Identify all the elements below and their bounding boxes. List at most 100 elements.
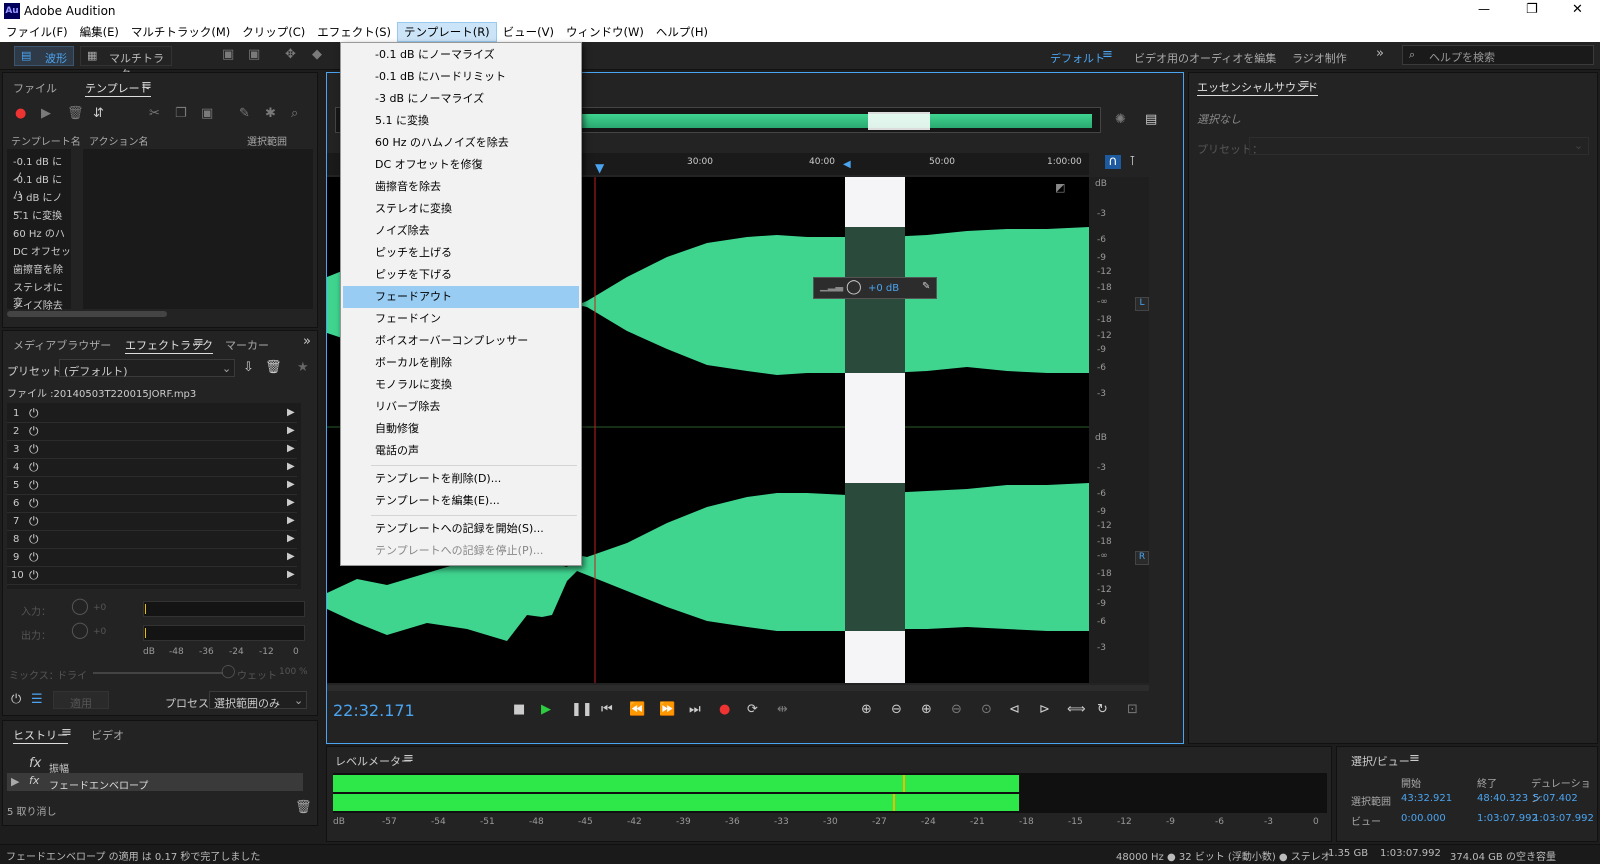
multitrack-view-button[interactable]: ▦ マルチトラック	[80, 46, 172, 81]
power-icon[interactable]: ⏻	[29, 424, 39, 439]
workspace-default[interactable]: デフォルト	[1050, 50, 1105, 66]
spectral-view-icon[interactable]: ▣	[222, 48, 234, 62]
expand-corner-icon[interactable]: ◩	[1055, 181, 1065, 194]
zoom-selection-icon[interactable]: ⊙	[981, 703, 992, 717]
more-workspaces-icon[interactable]: »	[1376, 47, 1384, 61]
cut-icon[interactable]: ✂	[149, 107, 160, 121]
power-icon[interactable]: ⏻	[29, 442, 39, 457]
power-icon[interactable]: ⏻	[29, 514, 39, 529]
skip-icon[interactable]: ⇹	[777, 703, 788, 717]
channel-right-badge[interactable]: R	[1135, 551, 1149, 565]
slot-arrow-icon[interactable]: ▶	[287, 443, 295, 454]
effect-slot[interactable]: 1 ⏻ ▶	[7, 405, 297, 423]
menu-file[interactable]: ファイル(F)	[0, 22, 74, 42]
effect-slot[interactable]: 8 ⏻ ▶	[7, 531, 297, 549]
zoom-out-time-icon[interactable]: ⊖	[951, 703, 962, 717]
menu-item[interactable]: -0.1 dB にノーマライズ	[375, 44, 495, 66]
list-view-icon[interactable]: ☰	[31, 693, 43, 707]
slot-arrow-icon[interactable]: ▶	[287, 551, 295, 562]
effect-slot[interactable]: 3 ⏻ ▶	[7, 441, 297, 459]
zoom-reset-icon[interactable]: ↻	[1097, 703, 1108, 717]
minimize-button[interactable]: —	[1478, 2, 1490, 16]
panel-menu-icon[interactable]: ≡	[141, 79, 152, 93]
horizontal-scrollbar[interactable]	[7, 311, 167, 317]
menu-help[interactable]: ヘルプ(H)	[650, 22, 714, 42]
menu-item-delete-template[interactable]: テンプレートを削除(D)...	[375, 468, 501, 490]
power-icon[interactable]: ⏻	[29, 460, 39, 475]
selection-end[interactable]: 48:40.323	[1477, 793, 1528, 804]
input-gain-knob-icon[interactable]: ◯	[71, 598, 89, 614]
menu-view[interactable]: ビュー(V)	[497, 22, 560, 42]
tab-history[interactable]: ヒストリー	[13, 727, 68, 744]
menu-window[interactable]: ウィンドウ(W)	[560, 22, 650, 42]
menu-item[interactable]: ピッチを下げる	[375, 264, 452, 286]
goto-start-icon[interactable]: ⏮	[601, 703, 613, 717]
panel-menu-icon[interactable]: ≡	[61, 726, 72, 740]
slot-arrow-icon[interactable]: ▶	[287, 569, 295, 580]
panel-menu-icon[interactable]: ≡	[1299, 78, 1310, 92]
edit-icon[interactable]: ✎	[239, 107, 250, 121]
list-item[interactable]: 歯擦音を除	[13, 261, 63, 276]
panel-menu-icon[interactable]: ≡	[1409, 752, 1420, 766]
slot-arrow-icon[interactable]: ▶	[287, 479, 295, 490]
fast-forward-icon[interactable]: ⏩	[659, 703, 675, 717]
zoom-out-point-icon[interactable]: ⊳	[1039, 703, 1050, 717]
view-start[interactable]: 0:00.000	[1401, 813, 1446, 824]
menu-item[interactable]: ノイズ除去	[375, 220, 430, 242]
zoom-in-time-icon[interactable]: ⊕	[921, 703, 932, 717]
menu-effects[interactable]: エフェクト(S)	[311, 22, 397, 42]
preset-dropdown[interactable]: (デフォルト) ⌄	[59, 359, 235, 378]
workspace-menu-icon[interactable]: ≡	[1102, 48, 1113, 62]
menu-item-start-recording[interactable]: テンプレートへの記録を開始(S)...	[375, 518, 544, 540]
menu-item[interactable]: ステレオに変換	[375, 198, 452, 220]
move-tool-icon[interactable]: ✥	[285, 48, 296, 62]
gain-knob-icon[interactable]: ◯	[846, 279, 862, 295]
menu-item[interactable]: 自動修復	[375, 418, 419, 440]
effect-slot[interactable]: 6 ⏻ ▶	[7, 495, 297, 513]
menu-edit[interactable]: 編集(E)	[74, 22, 125, 42]
panel-menu-icon[interactable]: ≡	[403, 752, 414, 766]
mic-icon[interactable]: ⌕	[291, 107, 298, 121]
expand-panel-icon[interactable]: »	[303, 335, 311, 349]
power-icon[interactable]: ⏻	[29, 568, 39, 583]
effect-slot[interactable]: 5 ⏻ ▶	[7, 477, 297, 495]
goto-end-icon[interactable]: ⏭	[689, 703, 701, 717]
workspace-radio[interactable]: ラジオ制作	[1292, 50, 1347, 66]
batch-icon[interactable]: ⇵	[93, 107, 104, 121]
current-time[interactable]: 22:32.171	[333, 701, 415, 720]
delete-icon[interactable]: 🗑	[67, 107, 84, 121]
tab-files[interactable]: ファイル	[13, 80, 57, 96]
menu-clip[interactable]: クリップ(C)	[236, 22, 311, 42]
process-dropdown[interactable]: 選択範囲のみ ⌄	[209, 691, 307, 710]
slot-arrow-icon[interactable]: ▶	[287, 533, 295, 544]
menu-item[interactable]: ボイスオーバーコンプレッサー	[375, 330, 528, 352]
playhead-marker-icon[interactable]: ▼	[595, 161, 604, 175]
menu-item[interactable]: フェードイン	[375, 308, 441, 330]
power-icon[interactable]: ⏻	[29, 406, 39, 421]
slot-arrow-icon[interactable]: ▶	[287, 425, 295, 436]
rack-power-icon[interactable]: ⏻	[11, 693, 21, 707]
play-icon[interactable]: ▶	[41, 107, 51, 121]
menu-item[interactable]: 5.1 に変換	[375, 110, 429, 132]
view-duration[interactable]: 1:03:07.992	[1533, 813, 1594, 824]
power-icon[interactable]: ⏻	[29, 550, 39, 565]
apply-button[interactable]: 適用	[53, 691, 109, 710]
power-icon[interactable]: ⏻	[29, 496, 39, 511]
pin-icon[interactable]: ⊺	[1129, 155, 1136, 169]
razor-tool-icon[interactable]: ◆	[312, 48, 322, 62]
menu-item[interactable]: モノラルに変換	[375, 374, 452, 396]
effect-slot[interactable]: 10 ⏻ ▶	[7, 567, 297, 585]
options-icon[interactable]: ▤	[1145, 113, 1157, 127]
mix-slider[interactable]	[93, 672, 223, 674]
zoom-full-icon[interactable]: ⟺	[1067, 703, 1086, 717]
trash-icon[interactable]: 🗑	[295, 801, 312, 815]
panel-menu-icon[interactable]: ≡	[193, 336, 204, 350]
list-item[interactable]: 5.1 に変換	[13, 207, 62, 222]
maximize-button[interactable]: ❐	[1526, 2, 1538, 17]
zoom-in-amplitude-icon[interactable]: ⊕	[861, 703, 872, 717]
zoom-icon[interactable]: ✺	[1115, 113, 1126, 127]
spectral-pitch-icon[interactable]: ▣	[248, 48, 260, 62]
selection-start-handle[interactable]: ◀	[843, 159, 851, 170]
paste-icon[interactable]: ▣	[201, 107, 213, 121]
menu-item-highlighted[interactable]: フェードアウト	[343, 286, 579, 308]
